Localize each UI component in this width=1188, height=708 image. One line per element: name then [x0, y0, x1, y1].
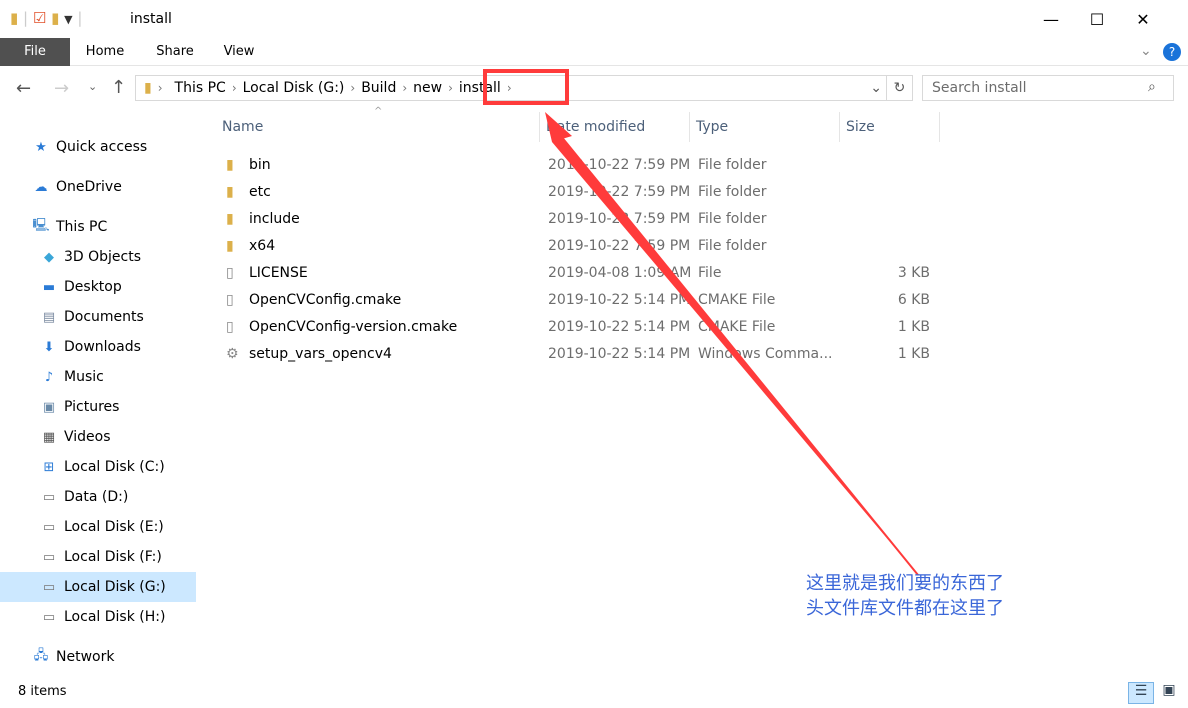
- annotation-line-1: 这里就是我们要的东西了: [806, 573, 1004, 594]
- arrow-body: [552, 130, 918, 575]
- annotation-arrow: [545, 112, 919, 576]
- annotation-line-2: 头文件库文件都在这里了: [806, 598, 1004, 619]
- annotation-text: 这里就是我们要的东西了 头文件库文件都在这里了: [806, 571, 1004, 621]
